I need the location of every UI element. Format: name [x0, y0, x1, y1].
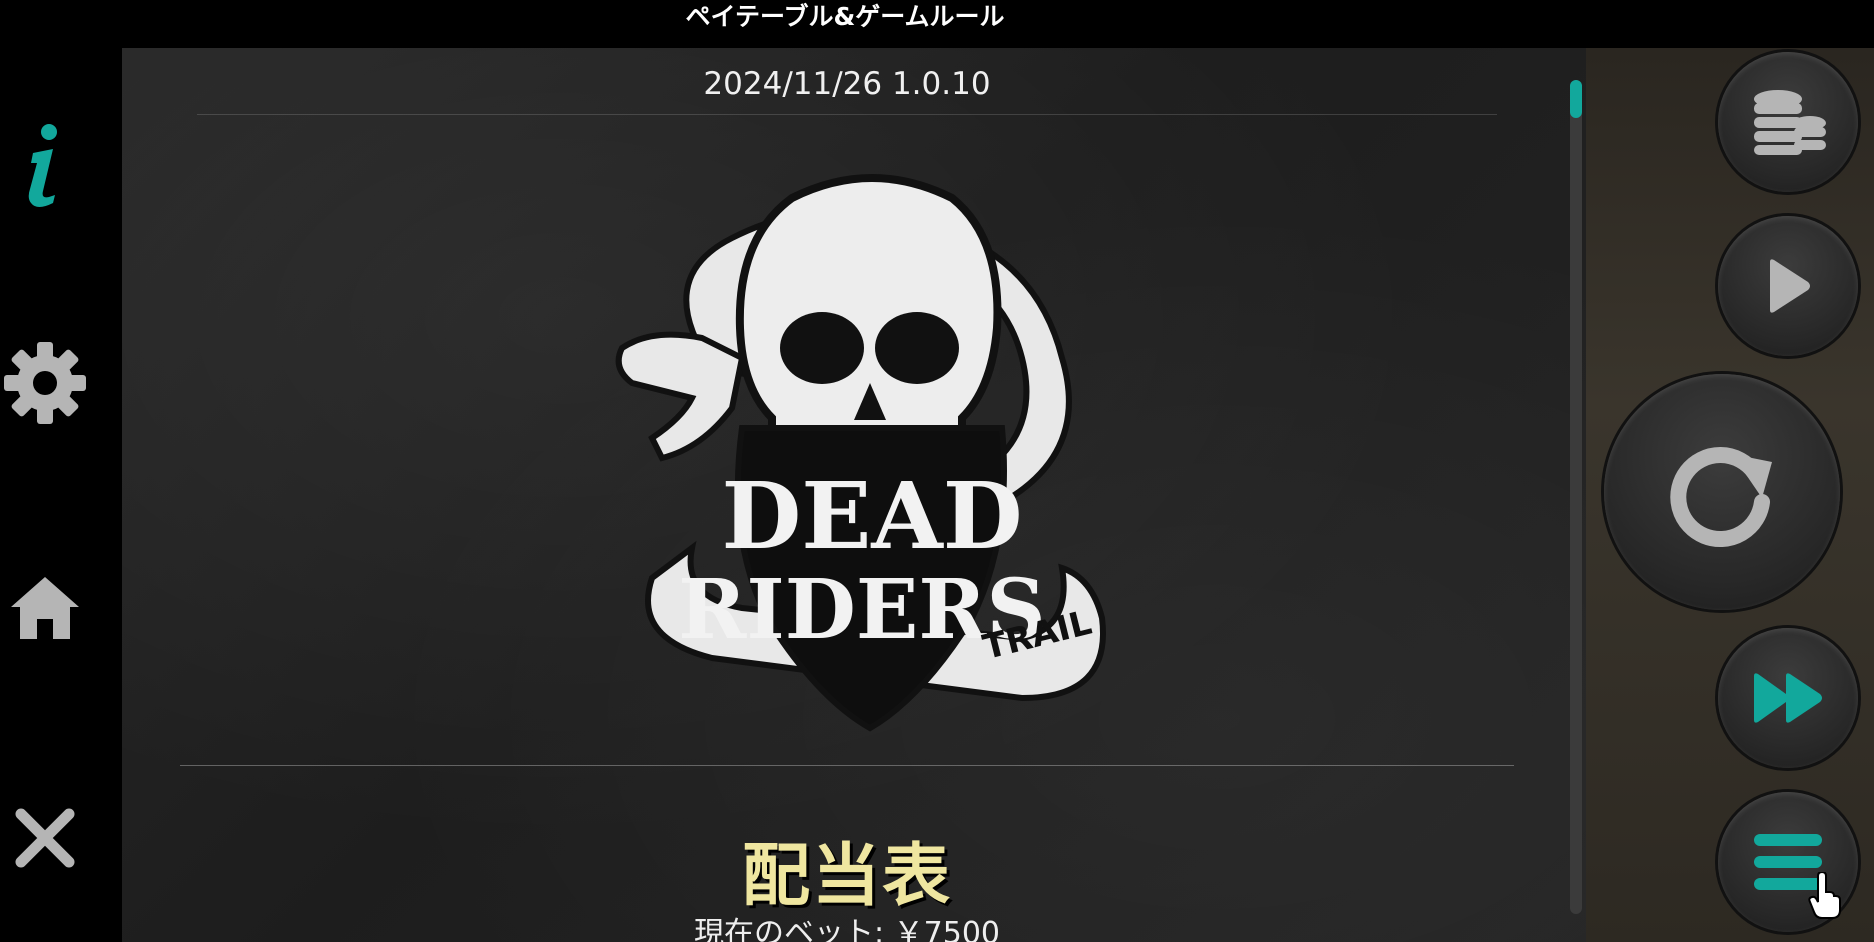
close-icon: [15, 808, 75, 868]
game-controls-pane: [1586, 48, 1874, 942]
info-button[interactable]: [0, 116, 90, 216]
coins-icon: [1754, 90, 1826, 155]
play-icon: [1770, 259, 1810, 313]
info-icon: [28, 124, 57, 207]
page-title: ペイテーブル&ゲームルール: [685, 2, 1005, 31]
current-bet-line: 現在のベット: ￥7500: [122, 908, 1572, 942]
scrollbar-track[interactable]: [1570, 80, 1582, 914]
spin-button[interactable]: [1604, 374, 1840, 610]
divider: [197, 114, 1497, 115]
logo-text-line1: DEAD: [721, 462, 1022, 570]
section-title: 配当表: [741, 837, 952, 916]
spin-icon: [1670, 447, 1772, 548]
hand-cursor-icon: [1808, 872, 1841, 919]
fast-forward-icon: [1754, 673, 1822, 723]
top-bar: ペイテーブル&ゲームルール: [0, 0, 1874, 48]
settings-button[interactable]: [0, 338, 90, 428]
autoplay-button[interactable]: [1718, 216, 1858, 356]
turbo-button[interactable]: [1718, 628, 1858, 768]
gear-icon: [4, 342, 86, 424]
version-label: 2024/11/26 1.0.10: [703, 66, 991, 102]
scrollbar-thumb[interactable]: [1570, 80, 1582, 118]
current-bet-label: 現在のベット:: [693, 916, 885, 942]
divider: [180, 765, 1514, 766]
home-icon: [11, 577, 79, 639]
bet-button[interactable]: [1718, 52, 1858, 192]
home-button[interactable]: [0, 568, 90, 648]
game-logo: DEAD RIDERS TRAIL: [592, 158, 1152, 758]
close-button[interactable]: [0, 798, 90, 878]
left-sidebar: [0, 48, 122, 942]
current-bet-value: ￥7500: [893, 916, 1000, 942]
paytable-panel: 2024/11/26 1.0.10 DEAD RIDERS TRAIL 配当表 …: [122, 48, 1586, 942]
